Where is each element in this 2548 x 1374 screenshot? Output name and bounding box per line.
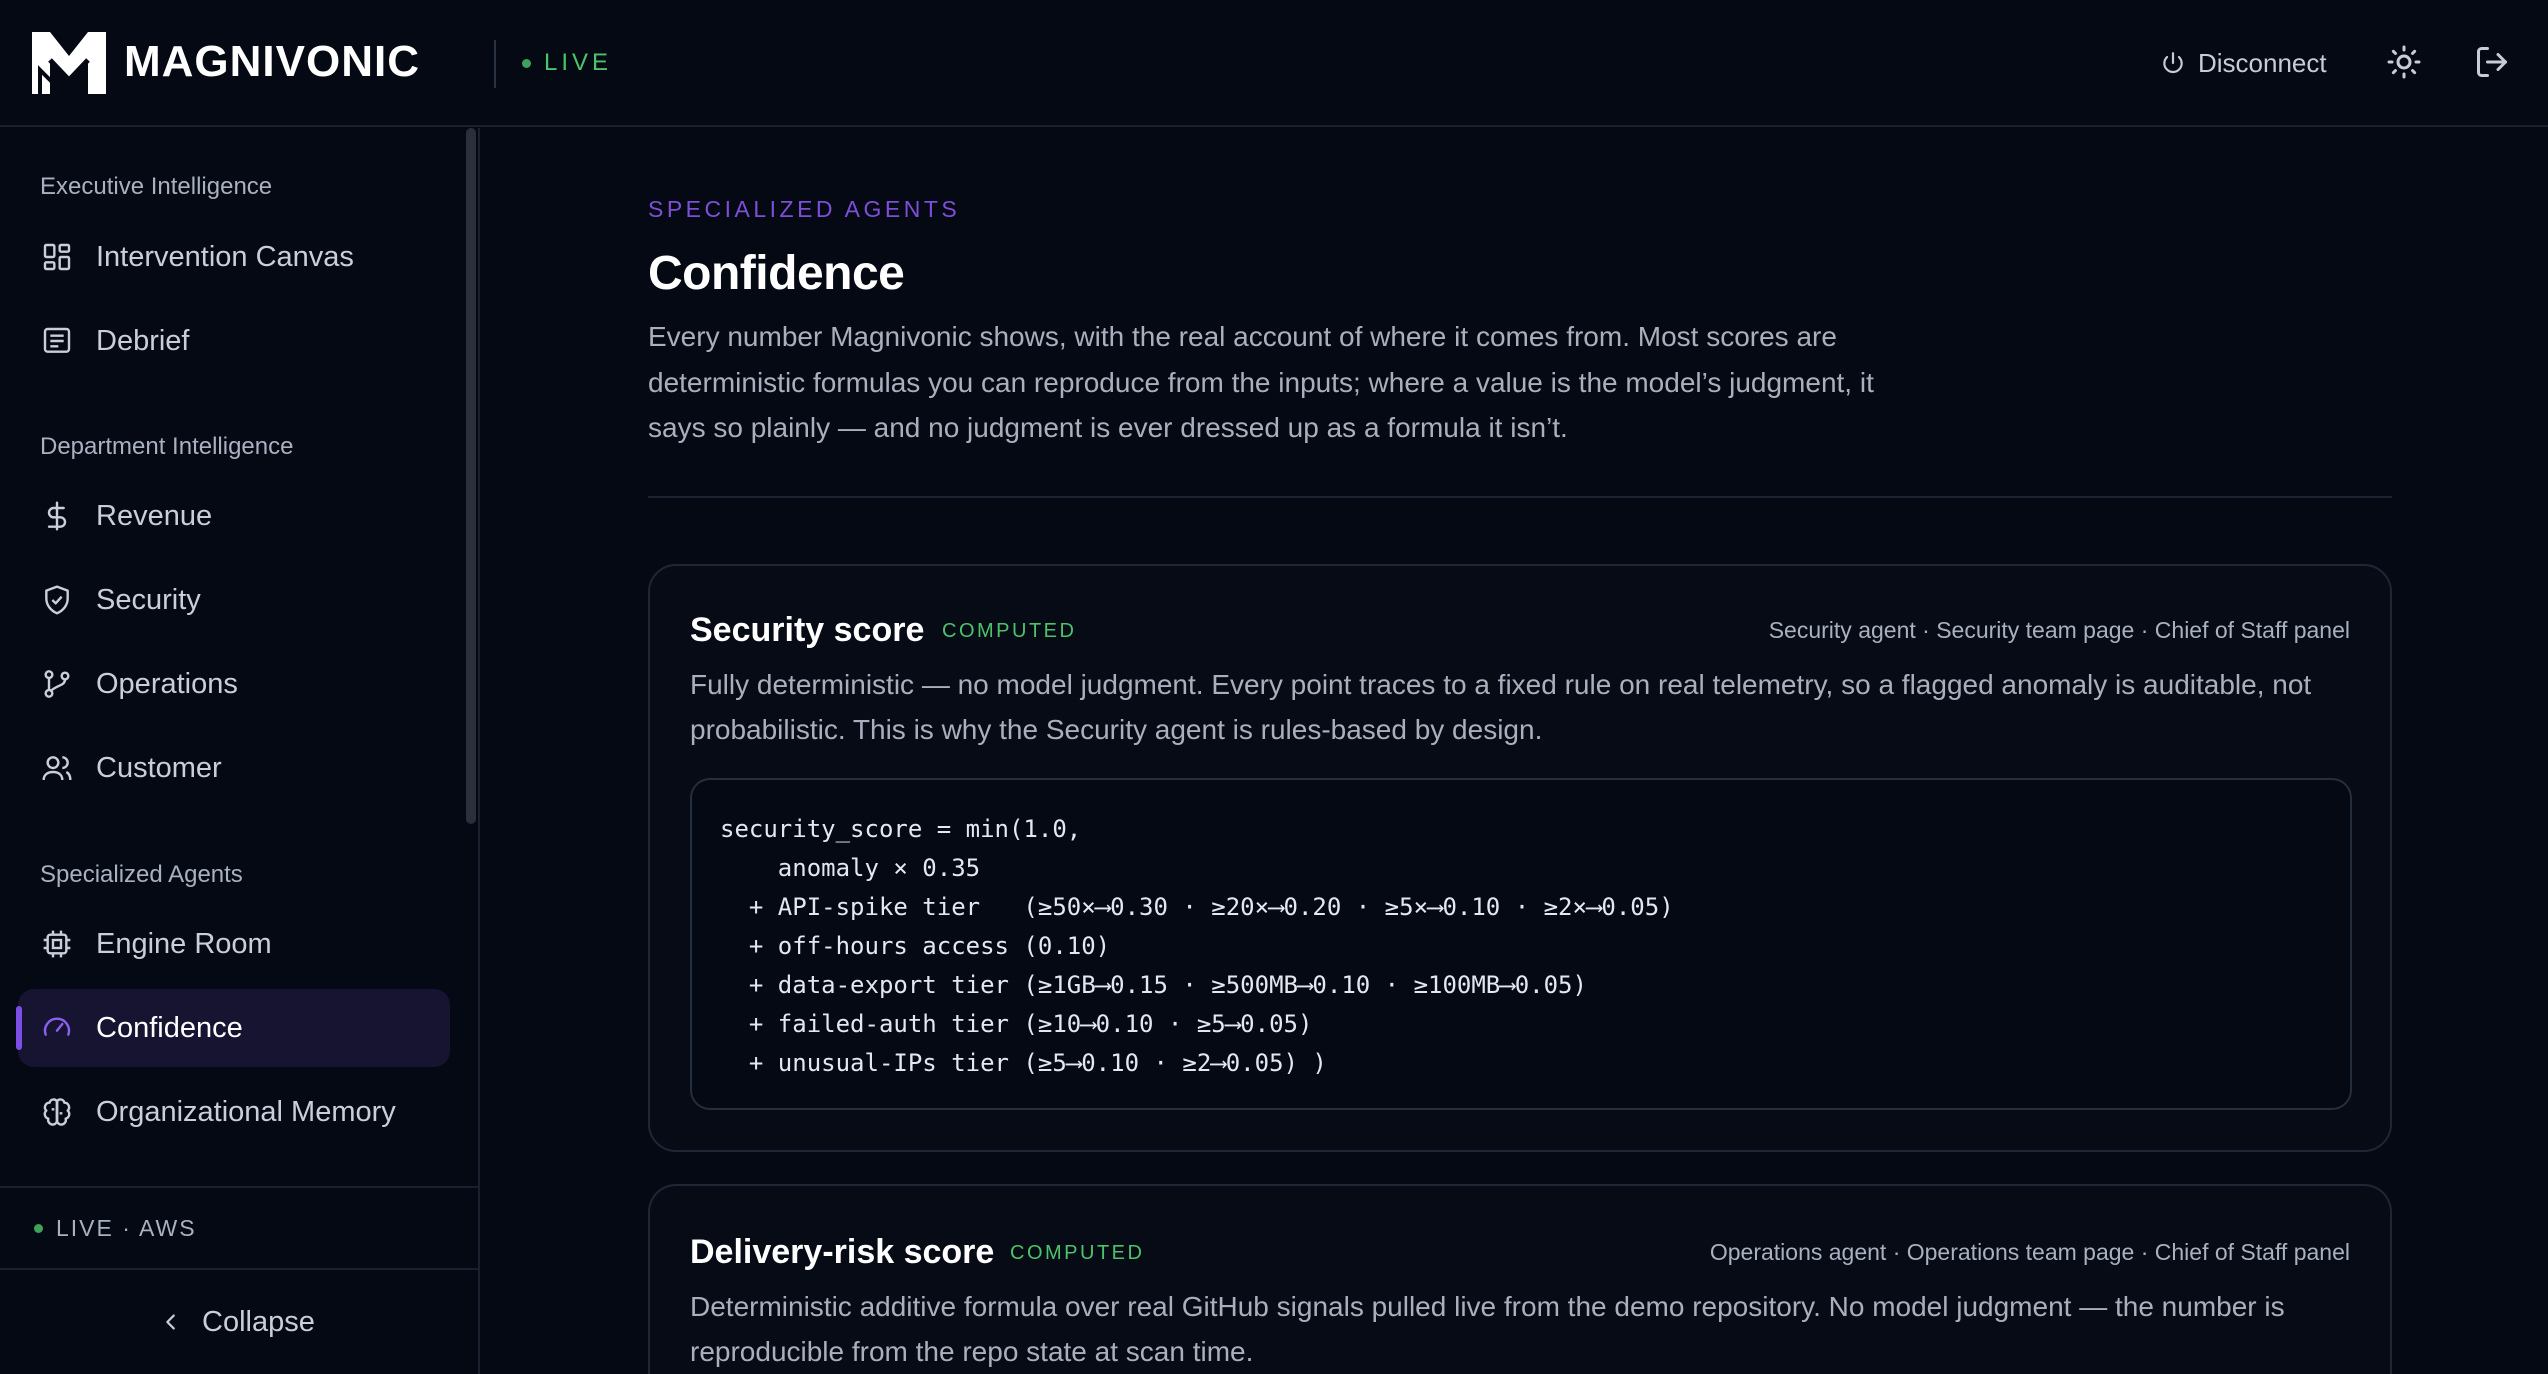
computed-badge: COMPUTED [1010, 1242, 1145, 1264]
sidebar-item-customer[interactable]: Customer [18, 729, 450, 807]
sidebar-item-label: Security [96, 584, 201, 616]
magnivonic-logo-icon[interactable] [30, 30, 108, 96]
code-line: + unusual-IPs tier (≥5⟶0.10 · ≥2⟶0.05) ) [720, 1049, 1327, 1077]
message-square-text-icon [40, 324, 74, 358]
card-meta: Security agent · Security team page · Ch… [1768, 617, 2350, 643]
sidebar-item-security[interactable]: Security [18, 561, 450, 639]
sidebar-item-label: Customer [96, 752, 222, 784]
code-line: + off-hours access (0.10) [720, 932, 1111, 960]
code-line: + failed-auth tier (≥10⟶0.10 · ≥5⟶0.05) [720, 1010, 1313, 1038]
cpu-icon [40, 927, 74, 961]
collapse-sidebar-button[interactable]: Collapse [160, 1304, 315, 1340]
sidebar-item-label: Engine Room [96, 928, 272, 960]
card-description: Deterministic additive formula over real… [690, 1291, 2285, 1367]
sidebar-divider [0, 1268, 478, 1270]
code-line: + API-spike tier (≥50×⟶0.30 · ≥20×⟶0.20 … [720, 893, 1674, 921]
code-line: security_score = min(1.0, [720, 815, 1082, 843]
sidebar-item-revenue[interactable]: Revenue [18, 477, 450, 555]
gauge-icon [40, 1011, 74, 1045]
sidebar-item-label: Confidence [96, 1012, 243, 1044]
sidebar: Executive Intelligence Intervention Canv… [0, 128, 480, 1374]
card-title: Security score [690, 611, 925, 649]
sidebar-item-label: Revenue [96, 500, 213, 532]
page-description: Every number Magnivonic shows, with the … [648, 321, 1874, 443]
sidebar-item-intervention-canvas[interactable]: Intervention Canvas [18, 218, 450, 296]
code-line: + data-export tier (≥1GB⟶0.15 · ≥500MB⟶0… [720, 971, 1587, 999]
sidebar-item-label: Debrief [96, 325, 190, 357]
formula-code-block: security_score = min(1.0, anomaly × 0.35… [690, 778, 2352, 1110]
collapse-label: Collapse [202, 1306, 315, 1338]
sidebar-scrollbar[interactable] [466, 128, 476, 824]
card-title: Delivery-risk score [690, 1233, 995, 1271]
disconnect-label: Disconnect [2198, 47, 2327, 78]
connection-status-dot [34, 1224, 43, 1233]
power-icon [2163, 52, 2183, 74]
shield-check-icon [40, 583, 74, 617]
delivery-risk-score-card: Delivery-risk score COMPUTED Operations … [648, 1184, 2392, 1374]
brand-divider [494, 40, 496, 88]
security-score-card: Security score COMPUTED Security agent ·… [648, 564, 2392, 1152]
disconnect-button[interactable]: Disconnect [2160, 42, 2327, 84]
live-label: LIVE [544, 49, 613, 76]
logout-icon[interactable] [2474, 44, 2510, 80]
live-indicator-dot [522, 59, 531, 68]
page-eyebrow: SPECIALIZED AGENTS [648, 196, 961, 222]
users-icon [40, 751, 74, 785]
brain-icon [40, 1095, 74, 1129]
section-divider [648, 496, 2392, 498]
dollar-icon [40, 499, 74, 533]
computed-badge: COMPUTED [942, 620, 1077, 642]
git-branch-icon [40, 667, 74, 701]
section-title-department: Department Intelligence [40, 433, 294, 460]
card-meta: Operations agent · Operations team page … [1709, 1239, 2350, 1265]
code-line: anomaly × 0.35 [720, 854, 981, 882]
sidebar-divider [0, 1186, 478, 1188]
sidebar-item-label: Organizational Memory [96, 1096, 396, 1128]
sidebar-item-debrief[interactable]: Debrief [18, 302, 450, 380]
sidebar-item-engine-room[interactable]: Engine Room [18, 905, 450, 983]
active-indicator [16, 1006, 22, 1050]
sidebar-item-organizational-memory[interactable]: Organizational Memory [18, 1073, 450, 1151]
layout-grid-icon [40, 240, 74, 274]
section-title-specialized: Specialized Agents [40, 861, 243, 888]
page-title: Confidence [648, 247, 905, 300]
sun-icon[interactable] [2386, 44, 2422, 80]
sidebar-item-label: Intervention Canvas [96, 241, 354, 273]
card-description: Fully deterministic — no model judgment.… [690, 669, 2312, 745]
section-title-executive: Executive Intelligence [40, 173, 273, 200]
top-bar: MAGNIVONIC LIVE Disconnect [0, 0, 2548, 127]
sidebar-item-operations[interactable]: Operations [18, 645, 450, 723]
sidebar-item-label: Operations [96, 668, 238, 700]
chevron-left-icon [166, 1314, 175, 1330]
sidebar-item-confidence[interactable]: Confidence [18, 989, 450, 1067]
connection-status-label: LIVE · AWS [56, 1215, 197, 1241]
brand-name: MAGNIVONIC [124, 37, 420, 86]
